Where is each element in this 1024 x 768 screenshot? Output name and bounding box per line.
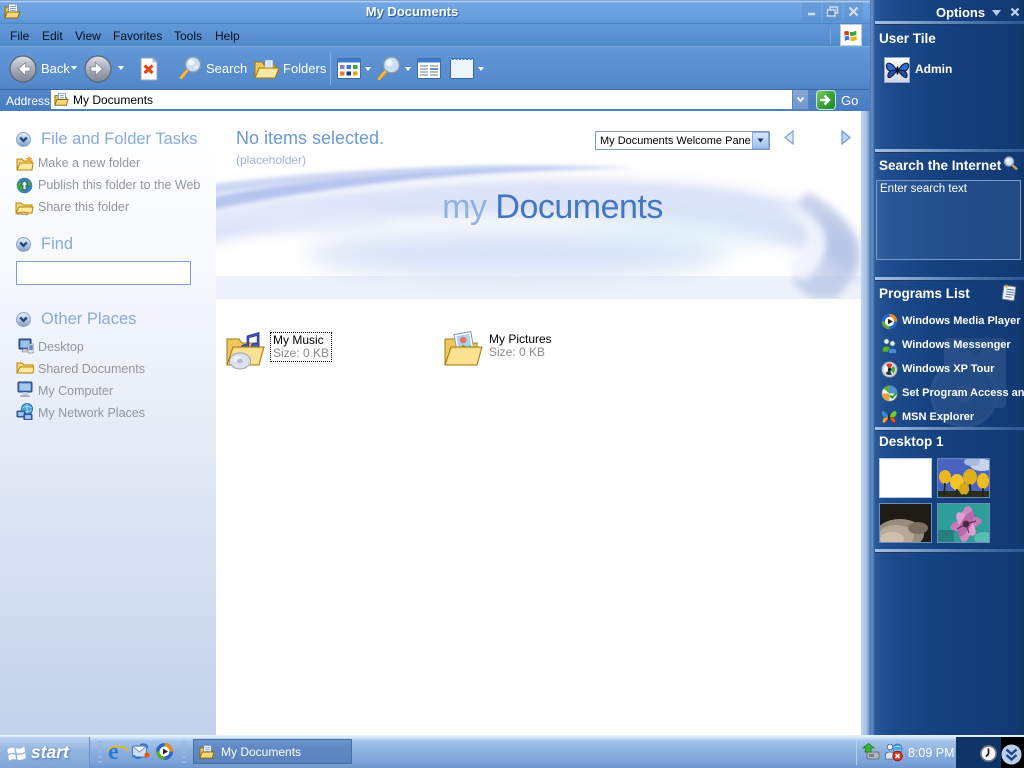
svg-text:e: e: [108, 740, 119, 762]
